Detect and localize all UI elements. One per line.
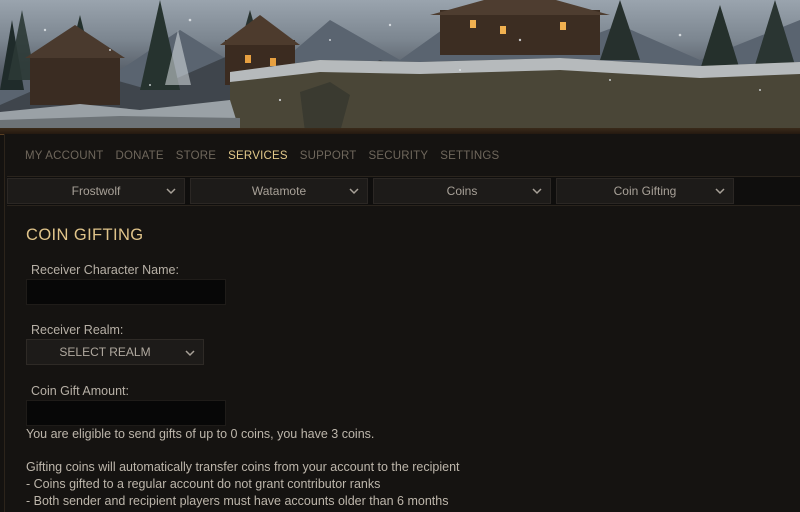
service-category-value: Coins bbox=[446, 184, 478, 198]
notes-line: - Coins gifted to a regular account do n… bbox=[26, 477, 381, 491]
nav-security[interactable]: SECURITY bbox=[363, 148, 435, 164]
notes-intro: Gifting coins will automatically transfe… bbox=[26, 460, 460, 474]
realm-dropdown[interactable]: Frostwolf bbox=[7, 178, 185, 204]
receiver-realm-label: Receiver Realm: bbox=[31, 323, 124, 337]
character-dropdown-value: Watamote bbox=[251, 184, 307, 198]
nav-settings[interactable]: SETTINGS bbox=[434, 148, 505, 164]
realm-dropdown-value: Frostwolf bbox=[71, 184, 121, 198]
top-navigation: MY ACCOUNT DONATE STORE SERVICES SUPPORT… bbox=[19, 148, 505, 164]
receiver-name-label: Receiver Character Name: bbox=[31, 263, 179, 277]
gifting-notes: Gifting coins will automatically transfe… bbox=[26, 459, 460, 510]
receiver-realm-selected: SELECT REALM bbox=[59, 345, 151, 359]
winter-village-scene bbox=[0, 0, 800, 132]
service-selector-bar: Frostwolf Watamote Coins Coin Gifting bbox=[7, 176, 800, 206]
main-panel: MY ACCOUNT DONATE STORE SERVICES SUPPORT… bbox=[4, 134, 800, 512]
service-category-dropdown[interactable]: Coins bbox=[373, 178, 551, 204]
coin-amount-label: Coin Gift Amount: bbox=[31, 384, 129, 398]
nav-services[interactable]: SERVICES bbox=[222, 148, 294, 164]
eligibility-text: You are eligible to send gifts of up to … bbox=[26, 427, 375, 441]
chevron-down-icon bbox=[715, 188, 725, 195]
service-type-dropdown[interactable]: Coin Gifting bbox=[556, 178, 734, 204]
receiver-name-input[interactable] bbox=[26, 279, 226, 305]
receiver-realm-select[interactable]: SELECT REALM bbox=[26, 339, 204, 365]
chevron-down-icon bbox=[349, 188, 359, 195]
nav-donate[interactable]: DONATE bbox=[109, 148, 169, 164]
notes-line: - Both sender and recipient players must… bbox=[26, 494, 449, 508]
coin-amount-input[interactable] bbox=[26, 400, 226, 426]
character-dropdown[interactable]: Watamote bbox=[190, 178, 368, 204]
nav-my-account[interactable]: MY ACCOUNT bbox=[19, 148, 109, 164]
chevron-down-icon bbox=[166, 188, 176, 195]
chevron-down-icon bbox=[532, 188, 542, 195]
nav-store[interactable]: STORE bbox=[170, 148, 222, 164]
nav-support[interactable]: SUPPORT bbox=[294, 148, 363, 164]
chevron-down-icon bbox=[185, 350, 195, 357]
page-title: COIN GIFTING bbox=[26, 226, 144, 244]
service-type-value: Coin Gifting bbox=[613, 184, 677, 198]
header-banner-artwork bbox=[0, 0, 800, 132]
